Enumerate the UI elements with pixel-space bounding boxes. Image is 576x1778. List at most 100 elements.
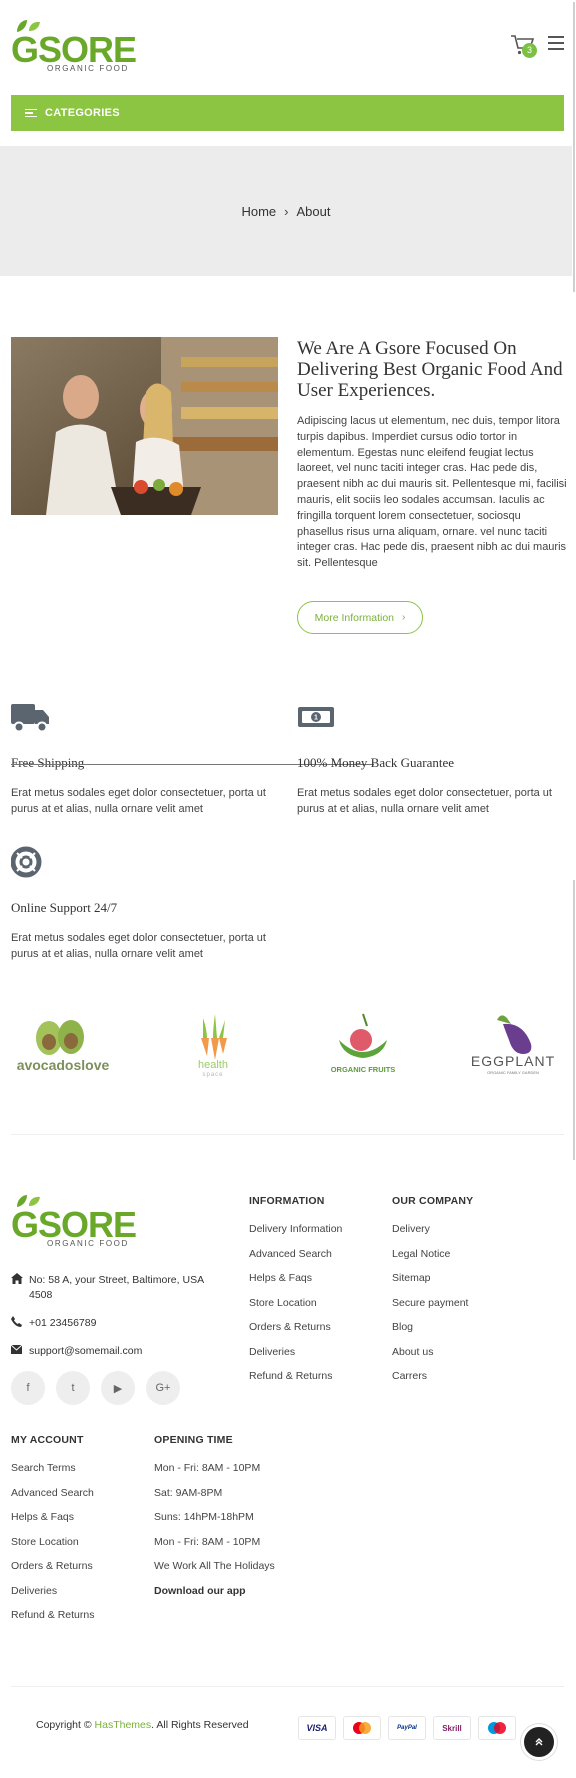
- footer-link[interactable]: About us: [392, 1346, 473, 1371]
- lifebuoy-icon: [10, 846, 42, 878]
- shopping-couple-photo: [11, 337, 278, 515]
- footer-link[interactable]: Deliveries: [11, 1585, 94, 1610]
- phone-icon: [11, 1316, 27, 1332]
- avocado-icon: avocadoslove: [17, 1020, 110, 1073]
- categories-label: CATEGORIES: [45, 107, 120, 119]
- carrot-icon: health space: [198, 1014, 228, 1078]
- feature-free-shipping: Free Shipping Erat metus sodales eget do…: [11, 700, 281, 817]
- column-heading: OUR COMPANY: [392, 1195, 474, 1207]
- brand-sublabel: ORGANIC FAMILY GARDEN: [487, 1070, 539, 1075]
- facebook-icon[interactable]: f: [11, 1371, 45, 1405]
- hasthemes-link[interactable]: HasThemes: [95, 1719, 152, 1731]
- truck-icon: [11, 704, 49, 733]
- footer-link[interactable]: Secure payment: [392, 1297, 473, 1322]
- copyright-suffix: . All Rights Reserved: [151, 1719, 249, 1731]
- page-scrollbar[interactable]: [572, 0, 576, 1778]
- footer-link[interactable]: Refund & Returns: [11, 1609, 94, 1634]
- copyright-prefix: Copyright ©: [36, 1719, 92, 1731]
- scroll-to-top-button[interactable]: [521, 1724, 557, 1760]
- brand-label: health: [198, 1059, 228, 1071]
- site-header: GSORE ORGANIC FOOD 3 CATEGORIES: [0, 0, 576, 131]
- social-links: f t ▶ G+: [11, 1371, 180, 1405]
- divider: [11, 1134, 564, 1135]
- brand-logo-organic-fruits[interactable]: ORGANIC FRUITS: [313, 1010, 413, 1080]
- feature-title: Free Shipping: [11, 755, 85, 770]
- breadcrumb-home-link[interactable]: Home: [241, 204, 276, 219]
- download-app-link[interactable]: Download our app: [154, 1585, 275, 1610]
- footer-link[interactable]: Orders & Returns: [11, 1560, 94, 1585]
- footer-logo[interactable]: GSORE ORGANIC FOOD: [11, 1193, 137, 1249]
- paypal-icon: PayPal: [388, 1716, 426, 1740]
- feature-title: 100% Money Back Guarantee: [297, 755, 455, 770]
- feature-title: Online Support 24/7: [11, 900, 118, 915]
- svg-text:1: 1: [314, 715, 318, 722]
- column-heading: OPENING TIME: [154, 1434, 233, 1446]
- brand-label: ORGANIC FRUITS: [331, 1065, 396, 1074]
- brand-logo-eggplant[interactable]: EGGPLANT ORGANIC FAMILY GARDEN: [463, 1010, 563, 1080]
- footer-company-column: OUR COMPANY Delivery Legal Notice Sitema…: [392, 1195, 473, 1395]
- footer-link[interactable]: Deliveries: [249, 1346, 342, 1371]
- opening-hours: Mon - Fri: 8AM - 10PM: [154, 1535, 261, 1548]
- footer-account-column: MY ACCOUNT Search Terms Advanced Search …: [11, 1434, 94, 1634]
- footer-information-column: INFORMATION Delivery Information Advance…: [249, 1195, 342, 1395]
- more-information-button[interactable]: More Information ›: [297, 601, 423, 634]
- visa-icon: VISA: [298, 1716, 336, 1740]
- footer-link[interactable]: Carrers: [392, 1370, 473, 1395]
- footer-link[interactable]: Store Location: [249, 1297, 342, 1322]
- brand-logo-health-space[interactable]: health space: [163, 1010, 263, 1080]
- feature-description: Erat metus sodales eget dolor consectetu…: [11, 787, 266, 815]
- breadcrumb-banner: Home › About: [0, 146, 572, 276]
- more-information-label: More Information: [314, 611, 395, 624]
- footer-link[interactable]: Orders & Returns: [249, 1321, 342, 1346]
- feature-description: Erat metus sodales eget dolor consectetu…: [297, 787, 552, 815]
- footer-link[interactable]: Legal Notice: [392, 1248, 473, 1273]
- brand-logo-avocadoslove[interactable]: avocadoslove: [13, 1010, 113, 1080]
- list-icon: [25, 107, 37, 120]
- envelope-icon: [10, 1344, 27, 1359]
- about-image: [11, 337, 278, 515]
- divider: [11, 1686, 564, 1687]
- opening-hours: We Work All The Holidays: [154, 1560, 275, 1572]
- footer-opening-column: OPENING TIME Mon - Fri: 8AM - 10PM Sat: …: [154, 1434, 275, 1609]
- logo-tagline: ORGANIC FOOD: [47, 64, 129, 73]
- footer-link[interactable]: Blog: [392, 1321, 473, 1346]
- money-icon: 1: [298, 707, 334, 727]
- footer-link[interactable]: Advanced Search: [249, 1248, 342, 1273]
- feature-description: Erat metus sodales eget dolor consectetu…: [11, 932, 266, 960]
- about-title: We Are A Gsore Focused On Delivering Bes…: [297, 338, 563, 401]
- site-logo[interactable]: GSORE ORGANIC FOOD: [11, 18, 137, 74]
- hamburger-menu-icon[interactable]: [548, 36, 564, 50]
- footer-phone: +01 23456789: [11, 1316, 211, 1332]
- chevron-right-icon: ›: [284, 204, 289, 219]
- maestro-icon: [478, 1716, 516, 1740]
- eggplant-icon: EGGPLANT ORGANIC FAMILY GARDEN: [471, 1015, 555, 1075]
- twitter-icon[interactable]: t: [56, 1371, 90, 1405]
- cart-count-badge: 3: [522, 43, 537, 58]
- footer-link[interactable]: Advanced Search: [11, 1487, 94, 1512]
- mastercard-icon: [343, 1716, 381, 1740]
- email-text[interactable]: support@somemail.com: [29, 1344, 142, 1359]
- home-icon: [11, 1273, 27, 1303]
- footer-link[interactable]: Delivery: [392, 1223, 473, 1248]
- double-chevron-up-icon: [535, 1738, 543, 1746]
- chevron-right-icon: ›: [402, 612, 406, 623]
- skrill-icon: Skrill: [433, 1716, 471, 1740]
- brand-sublabel: space: [202, 1072, 223, 1078]
- footer-link[interactable]: Search Terms: [11, 1462, 94, 1487]
- categories-toggle[interactable]: CATEGORIES: [11, 95, 564, 131]
- footer-link[interactable]: Helps & Faqs: [11, 1511, 94, 1536]
- youtube-icon[interactable]: ▶: [101, 1371, 135, 1405]
- footer-link[interactable]: Store Location: [11, 1536, 94, 1561]
- footer-link[interactable]: Delivery Information: [249, 1223, 342, 1248]
- feature-online-support: Online Support 24/7 Erat metus sodales e…: [10, 845, 281, 962]
- brand-label: EGGPLANT: [471, 1053, 555, 1069]
- about-description: Adipiscing lacus ut elementum, nec duis,…: [297, 415, 567, 570]
- google-plus-icon[interactable]: G+: [146, 1371, 180, 1405]
- address-text: No: 58 A, your Street, Baltimore, USA 45…: [29, 1274, 204, 1301]
- footer-link[interactable]: Refund & Returns: [249, 1370, 342, 1395]
- fruit-basket-icon: ORGANIC FRUITS: [331, 1013, 396, 1074]
- opening-hours: Mon - Fri: 8AM - 10PM: [154, 1462, 261, 1474]
- footer-link[interactable]: Sitemap: [392, 1272, 473, 1297]
- phone-text[interactable]: +01 23456789: [29, 1316, 96, 1332]
- footer-link[interactable]: Helps & Faqs: [249, 1272, 342, 1297]
